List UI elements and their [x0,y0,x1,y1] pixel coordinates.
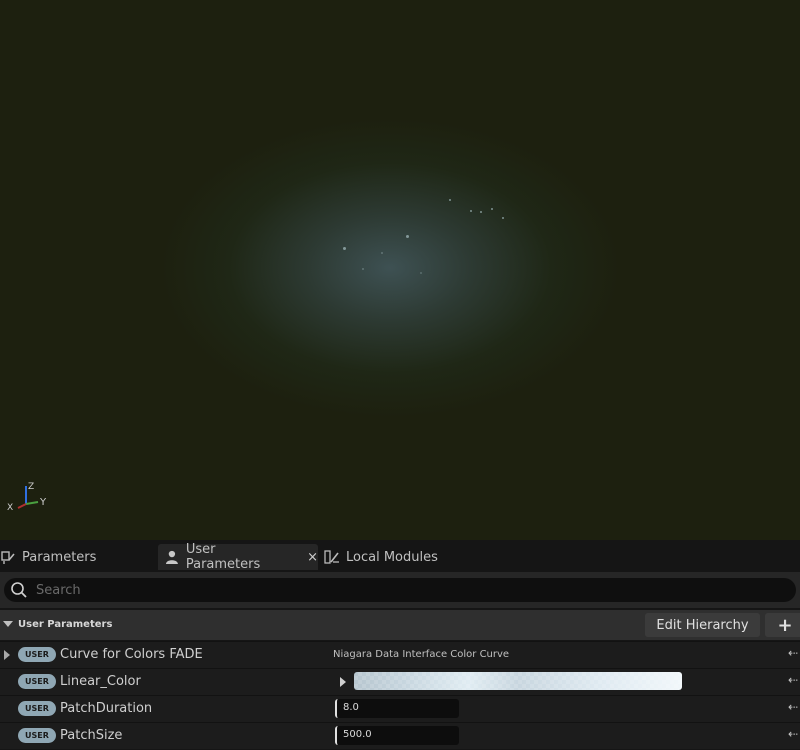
particle [420,272,422,274]
tab-user-parameters-label: User Parameters [185,542,261,572]
expand-arrow-icon[interactable] [4,650,10,660]
tab-parameters[interactable]: Parameters [0,544,150,570]
parameter-row[interactable]: USER PatchSize 500.0 ⇠ [0,722,800,749]
user-badge: USER [18,674,56,689]
patch-duration-input[interactable]: 8.0 [335,699,459,718]
tab-local-modules-label: Local Modules [346,549,438,565]
add-parameter-button[interactable]: + [765,613,800,637]
particle [381,252,383,254]
local-modules-icon [324,550,339,564]
search-icon [11,582,27,598]
parameter-name: Curve for Colors FADE [60,647,203,662]
axis-x-label: X [7,503,13,513]
reset-to-default-icon[interactable]: ⇠ [788,727,798,741]
expand-color-icon[interactable] [340,677,346,687]
parameter-name: PatchDuration [60,701,153,716]
particle [406,235,409,238]
parameter-name: Linear_Color [60,674,141,689]
particle [449,199,451,201]
collapse-arrow-icon[interactable] [3,621,13,627]
user-badge: USER [18,647,56,662]
search-input[interactable] [34,581,778,599]
axis-gizmo: Z Y X [7,482,47,513]
patch-duration-value: 8.0 [343,702,359,713]
patch-size-value: 500.0 [343,729,372,740]
particle [362,268,364,270]
parameter-row[interactable]: USER PatchDuration 8.0 ⇠ [0,695,800,722]
search-row [0,572,800,608]
patch-size-input[interactable]: 500.0 [335,726,459,745]
user-badge: USER [18,701,56,716]
color-swatch[interactable] [354,672,682,690]
search-box[interactable] [4,578,796,602]
user-badge: USER [18,728,56,743]
parameter-type: Niagara Data Interface Color Curve [333,649,510,660]
parameter-row[interactable]: USER Linear_Color ⇠ [0,668,800,695]
axis-z-label: Z [28,482,34,492]
reset-to-default-icon[interactable]: ⇠ [788,700,798,714]
reset-to-default-icon[interactable]: ⇠ [788,646,798,660]
close-tab-icon[interactable]: × [307,550,318,565]
user-parameters-section-header[interactable]: User Parameters Edit Hierarchy + [0,610,800,640]
particle [480,211,482,213]
edit-hierarchy-button[interactable]: Edit Hierarchy [645,613,760,637]
tab-local-modules[interactable]: Local Modules [324,544,464,570]
particle [470,210,472,212]
particle [491,208,493,210]
niagara-preview-viewport[interactable]: Z Y X [0,0,800,540]
tab-parameters-label: Parameters [22,549,97,565]
reset-to-default-icon[interactable]: ⇠ [788,673,798,687]
parameter-row[interactable]: USER Curve for Colors FADE Niagara Data … [0,641,800,668]
tab-user-parameters[interactable]: User Parameters × [158,542,318,572]
particle [502,217,504,219]
parameters-icon [1,551,15,564]
axis-y-label: Y [39,497,47,508]
user-icon [165,550,178,564]
section-title: User Parameters [18,619,113,630]
panel-tab-bar: Parameters User Parameters × Local Modul… [0,540,800,572]
parameter-name: PatchSize [60,728,123,743]
particle [343,247,346,250]
